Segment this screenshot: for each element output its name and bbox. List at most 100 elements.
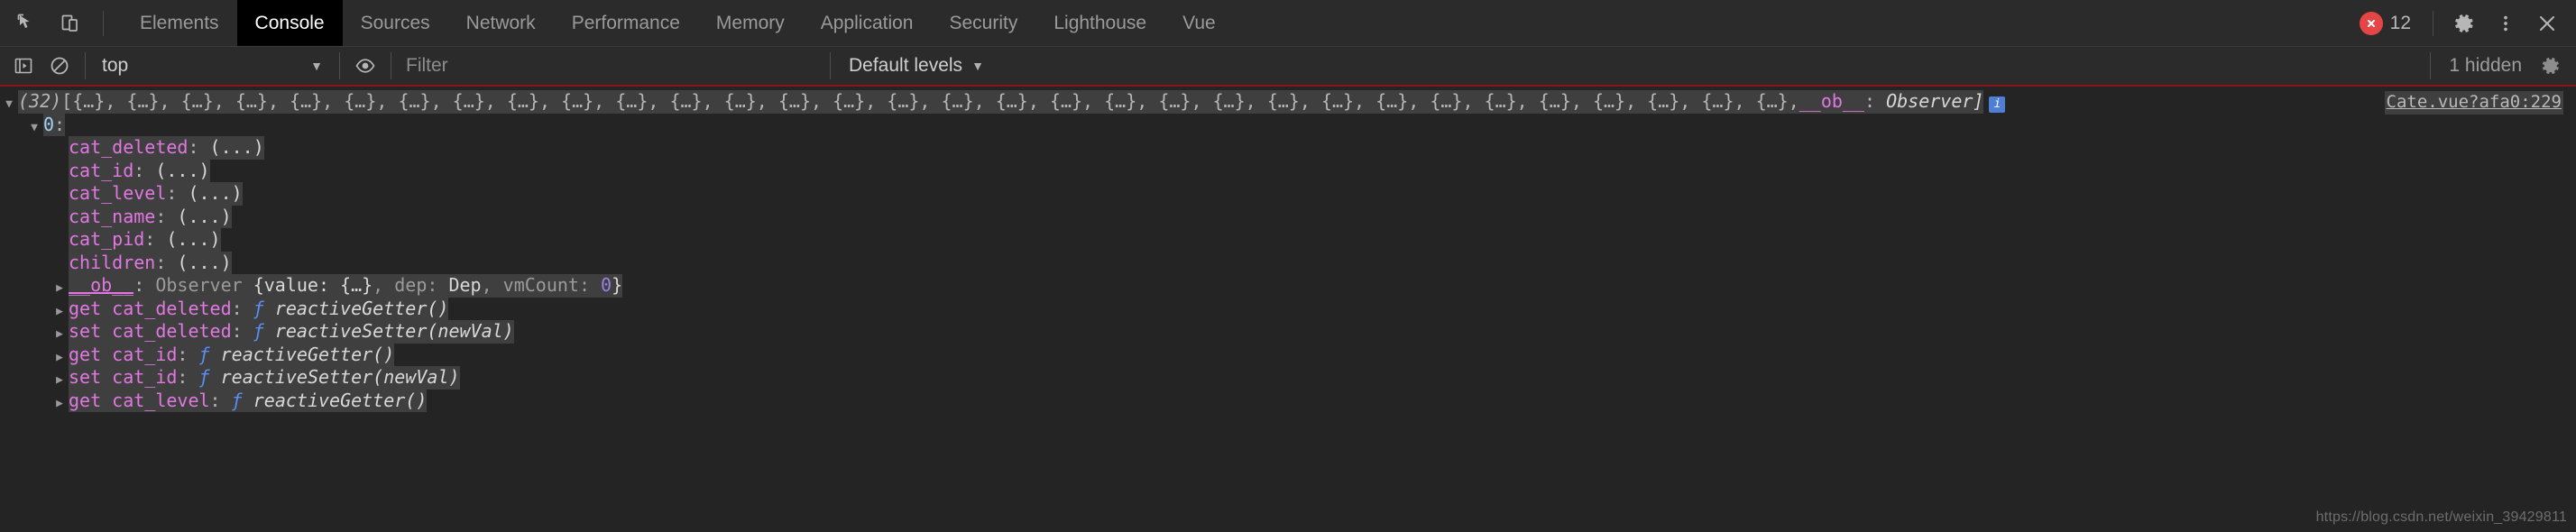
inspect-element-icon[interactable] xyxy=(7,4,47,43)
property-value[interactable]: (...) xyxy=(177,251,232,274)
close-icon[interactable] xyxy=(2527,4,2567,43)
property-colon-3: : xyxy=(155,205,178,228)
error-count-badge[interactable]: 12 xyxy=(2349,11,2422,35)
accessor-name[interactable]: cat_level xyxy=(112,389,210,412)
accessor-function[interactable]: reactiveGetter() xyxy=(220,343,395,366)
console-accessor-row[interactable]: set cat_deleted : ƒ reactiveSetter(newVa… xyxy=(0,320,2576,344)
gear-icon[interactable] xyxy=(2444,4,2484,43)
kebab-menu-icon[interactable] xyxy=(2486,4,2525,43)
console-observer-row[interactable]: __ob__ : Observer {value: {…} , dep: Dep… xyxy=(0,274,2576,298)
observer-value-preview: {…} xyxy=(340,274,373,298)
toolbar-divider-2 xyxy=(339,52,340,79)
execution-context-label: top xyxy=(102,55,129,76)
toolbar-divider-5 xyxy=(2430,52,2432,79)
info-badge-icon[interactable]: i xyxy=(1989,96,2006,113)
array-ob-key: __ob__ xyxy=(1799,90,1864,114)
tab-security[interactable]: Security xyxy=(931,0,1035,46)
device-toolbar-icon[interactable] xyxy=(51,4,90,43)
observer-key[interactable]: __ob__ xyxy=(69,274,134,298)
index-key: 0 xyxy=(43,113,55,136)
observer-body-mid2: , vmCount: xyxy=(481,274,602,298)
expand-arrow-icon-accessor-4[interactable] xyxy=(51,392,69,416)
accessor-kind: get xyxy=(69,297,113,320)
function-glyph-icon: ƒ xyxy=(253,320,264,344)
property-colon-2: : xyxy=(166,182,189,206)
array-preview: [{…}, {…}, {…}, {…}, {…}, {…}, {…}, {…},… xyxy=(61,90,1799,114)
observer-classname: Observer xyxy=(155,274,253,298)
console-index-row[interactable]: 0 : xyxy=(0,113,2576,136)
property-name[interactable]: children xyxy=(69,251,156,274)
console-property-row[interactable]: cat_pid : (...) xyxy=(0,228,2576,252)
function-glyph-icon: ƒ xyxy=(198,343,210,366)
filter-input[interactable] xyxy=(399,50,823,82)
hidden-messages-count[interactable]: 1 hidden xyxy=(2443,55,2527,77)
console-sidebar-icon[interactable] xyxy=(5,49,41,83)
property-value[interactable]: (...) xyxy=(155,159,210,182)
execution-context-selector[interactable]: top ▼ xyxy=(93,50,332,82)
tab-performance[interactable]: Performance xyxy=(554,0,698,46)
tab-console[interactable]: Console xyxy=(236,0,343,46)
eye-icon[interactable] xyxy=(347,49,383,83)
accessor-name[interactable]: cat_id xyxy=(112,366,178,390)
tab-lighthouse[interactable]: Lighthouse xyxy=(1035,0,1164,46)
property-name[interactable]: cat_pid xyxy=(69,228,145,252)
accessor-name[interactable]: cat_id xyxy=(112,343,178,366)
console-settings-gear-icon[interactable] xyxy=(2533,49,2569,83)
tab-elements[interactable]: Elements xyxy=(122,0,237,46)
console-property-row[interactable]: children : (...) xyxy=(0,251,2576,274)
chevron-down-icon: ▼ xyxy=(310,59,323,73)
console-property-row[interactable]: cat_name : (...) xyxy=(0,205,2576,228)
property-colon-0: : xyxy=(188,136,210,160)
function-glyph-icon: ƒ xyxy=(198,366,210,390)
tab-vue[interactable]: Vue xyxy=(1164,0,1234,46)
console-array-header-row[interactable]: (32) [{…}, {…}, {…}, {…}, {…}, {…}, {…},… xyxy=(0,90,2576,114)
tab-sources[interactable]: Sources xyxy=(343,0,448,46)
accessor-kind: set xyxy=(69,320,113,344)
accessor-function[interactable]: reactiveGetter() xyxy=(274,297,449,320)
console-accessor-row[interactable]: set cat_id : ƒ reactiveSetter(newVal) xyxy=(0,366,2576,390)
accessor-name[interactable]: cat_deleted xyxy=(112,297,232,320)
console-property-row[interactable]: cat_id : (...) xyxy=(0,159,2576,182)
array-ob-value: Observer] xyxy=(1886,90,1984,114)
chevron-down-icon-levels: ▼ xyxy=(971,59,984,73)
console-accessor-row[interactable]: get cat_id : ƒ reactiveGetter() xyxy=(0,343,2576,366)
accessor-function[interactable]: reactiveGetter() xyxy=(253,389,428,412)
accessor-space xyxy=(263,320,275,344)
accessor-function[interactable]: reactiveSetter(newVal) xyxy=(220,366,460,390)
property-name[interactable]: cat_name xyxy=(69,205,156,228)
observer-body-mid: , dep: xyxy=(373,274,449,298)
toolbar-divider-1 xyxy=(85,52,86,79)
property-value[interactable]: (...) xyxy=(209,136,264,160)
accessor-function[interactable]: reactiveSetter(newVal) xyxy=(274,320,514,344)
property-value[interactable]: (...) xyxy=(177,205,232,228)
property-value[interactable]: (...) xyxy=(166,228,221,252)
accessor-space xyxy=(242,389,253,412)
tab-memory[interactable]: Memory xyxy=(698,0,803,46)
observer-body-open: {value: xyxy=(253,274,341,298)
console-accessor-row[interactable]: get cat_level : ƒ reactiveGetter() xyxy=(0,389,2576,416)
tabbar-left-tools xyxy=(0,0,122,46)
console-message-list[interactable]: Cate.vue?afa0:229 (32) [{…}, {…}, {…}, {… xyxy=(0,87,2576,532)
console-accessor-row[interactable]: get cat_deleted : ƒ reactiveGetter() xyxy=(0,297,2576,320)
tab-network[interactable]: Network xyxy=(448,0,554,46)
observer-dep: Dep xyxy=(448,274,482,298)
log-levels-selector[interactable]: Default levels ▼ xyxy=(838,50,995,82)
tab-application[interactable]: Application xyxy=(803,0,932,46)
console-property-row[interactable]: cat_level : (...) xyxy=(0,182,2576,206)
clear-console-icon[interactable] xyxy=(41,49,78,83)
property-name[interactable]: cat_deleted xyxy=(69,136,189,160)
accessor-name[interactable]: cat_deleted xyxy=(112,320,232,344)
watermark-text: https://blog.csdn.net/weixin_39429811 xyxy=(2315,509,2567,525)
accessor-kind: set xyxy=(69,366,113,390)
tabbar-divider xyxy=(103,10,104,36)
property-name[interactable]: cat_id xyxy=(69,159,134,182)
property-name[interactable]: cat_level xyxy=(69,182,167,206)
console-property-row[interactable]: cat_deleted : (...) xyxy=(0,136,2576,160)
observer-colon: : xyxy=(133,274,156,298)
accessor-colon: : xyxy=(231,320,253,344)
accessor-colon: : xyxy=(209,389,232,412)
property-value[interactable]: (...) xyxy=(188,182,243,206)
toolbar-right-group: 1 hidden xyxy=(2423,49,2576,83)
accessor-space xyxy=(263,297,275,320)
property-colon-5: : xyxy=(155,251,178,274)
